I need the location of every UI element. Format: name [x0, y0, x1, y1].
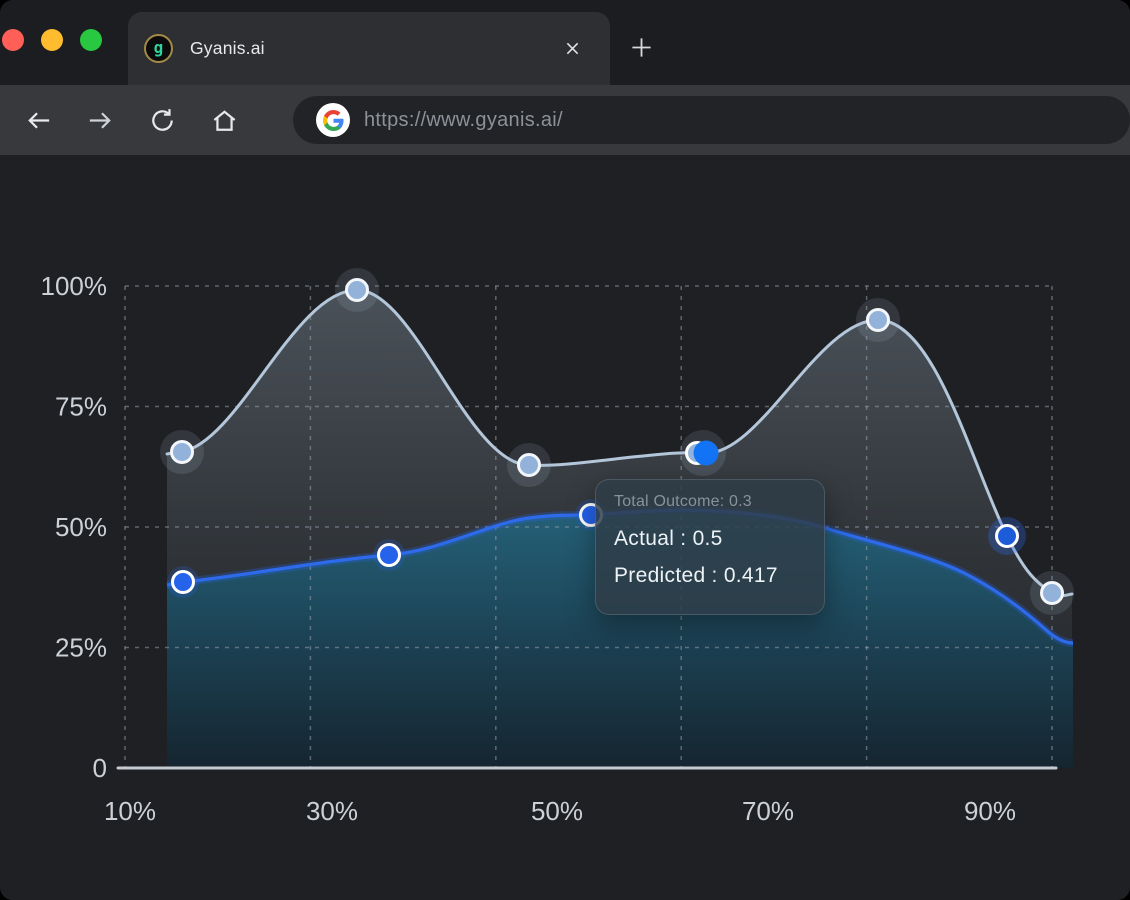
y-axis-label: 0 [93, 753, 107, 783]
x-axis-label: 50% [531, 796, 583, 826]
prediction-chart: 100% 75% 50% 25% 0 10% 30% 50% 70% 90% [0, 155, 1130, 900]
browser-tab[interactable]: g Gyanis.ai [128, 12, 610, 85]
x-axis-label: 10% [104, 796, 156, 826]
back-arrow-icon [23, 105, 54, 136]
tab-title: Gyanis.ai [190, 38, 565, 59]
y-axis-label: 75% [55, 392, 107, 422]
actual-point[interactable] [347, 280, 368, 301]
traffic-lights [2, 29, 102, 51]
x-axis-label: 90% [964, 796, 1016, 826]
actual-point[interactable] [997, 526, 1018, 547]
actual-point[interactable] [868, 310, 889, 331]
tooltip-title: Total Outcome: 0.3 [614, 493, 806, 511]
y-axis-label: 100% [41, 271, 108, 301]
tab-strip: g Gyanis.ai [0, 0, 1130, 85]
back-button[interactable] [16, 98, 60, 142]
google-logo-icon [316, 103, 350, 137]
minimize-traffic-light[interactable] [41, 29, 63, 51]
forward-button[interactable] [78, 98, 122, 142]
tooltip-predicted-row: Predicted : 0.417 [614, 557, 806, 594]
forward-arrow-icon [85, 105, 116, 136]
page-content: 100% 75% 50% 25% 0 10% 30% 50% 70% 90% Total Outc… [0, 155, 1130, 900]
browser-window: g Gyanis.ai [0, 0, 1130, 900]
predicted-point[interactable] [173, 572, 194, 593]
home-icon [209, 105, 240, 136]
x-axis-label: 30% [306, 796, 358, 826]
actual-point[interactable] [519, 455, 540, 476]
browser-toolbar: https://www.gyanis.ai/ [0, 85, 1130, 155]
predicted-point[interactable] [379, 545, 400, 566]
close-traffic-light[interactable] [2, 29, 24, 51]
url-bar[interactable]: https://www.gyanis.ai/ [293, 96, 1130, 144]
y-axis-label: 25% [55, 633, 107, 663]
chart-tooltip: Total Outcome: 0.3 Actual : 0.5 Predicte… [595, 479, 825, 615]
actual-point[interactable] [1042, 583, 1063, 604]
zoom-traffic-light[interactable] [80, 29, 102, 51]
url-text: https://www.gyanis.ai/ [364, 109, 563, 132]
tooltip-actual-row: Actual : 0.5 [614, 520, 806, 557]
tab-close-icon[interactable] [565, 41, 580, 56]
reload-button[interactable] [140, 98, 184, 142]
site-favicon-icon: g [144, 34, 173, 63]
home-button[interactable] [202, 98, 246, 142]
reload-icon [147, 105, 178, 136]
favicon-letter: g [154, 40, 164, 56]
active-hovered-point[interactable] [694, 441, 719, 466]
new-tab-button[interactable] [630, 36, 653, 59]
actual-point[interactable] [172, 442, 193, 463]
y-axis-label: 50% [55, 512, 107, 542]
x-axis-label: 70% [742, 796, 794, 826]
